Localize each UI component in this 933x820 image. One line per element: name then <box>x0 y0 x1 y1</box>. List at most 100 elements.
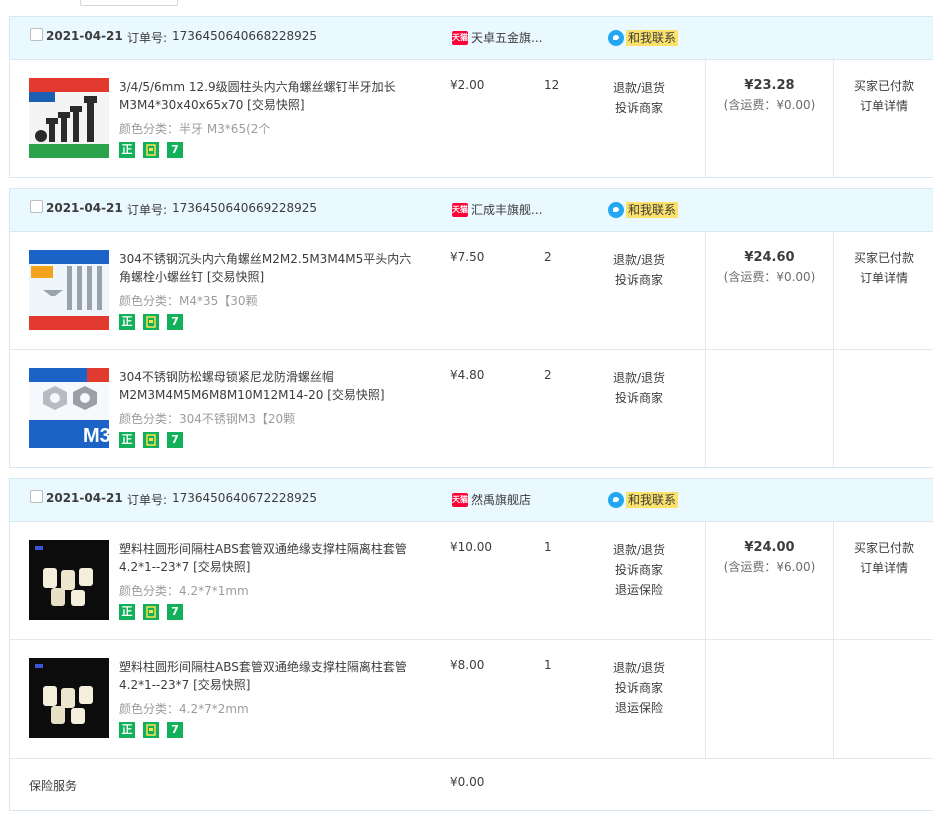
guarantee-badge-icon[interactable] <box>143 604 159 620</box>
shop-name-link[interactable]: 天卓五金旗... <box>471 29 542 46</box>
complain-link[interactable]: 投诉商家 <box>599 388 679 408</box>
item-operations: 退款/退货 投诉商家 <box>599 368 679 408</box>
quantity: 2 <box>544 250 552 264</box>
svg-text:M3: M3 <box>83 425 109 447</box>
status-text: 买家已付款 <box>853 251 914 265</box>
order-checkbox[interactable] <box>30 490 43 503</box>
product-image[interactable] <box>29 250 109 330</box>
return-insurance-link[interactable]: 退运保险 <box>599 698 679 718</box>
unit-price: ¥10.00 <box>450 540 492 554</box>
refund-link[interactable]: 退款/退货 <box>599 368 679 388</box>
seven-day-return-badge-icon[interactable]: 7 <box>167 604 183 620</box>
item-operations: 退款/退货 投诉商家 <box>599 78 679 118</box>
genuine-badge-icon[interactable]: 正 <box>119 432 135 448</box>
product-title-link[interactable]: 3/4/5/6mm 12.9级圆柱头内六角螺丝螺钉半牙加长M3M4*30x40x… <box>119 78 419 114</box>
order-detail-link[interactable]: 订单详情 <box>834 268 933 288</box>
quantity: 1 <box>544 540 552 554</box>
product-image[interactable] <box>29 658 109 738</box>
seven-day-return-badge-icon[interactable]: 7 <box>167 432 183 448</box>
complain-link[interactable]: 投诉商家 <box>599 560 679 580</box>
product-image[interactable]: M3 <box>29 368 109 448</box>
guarantee-badge-icon[interactable] <box>143 314 159 330</box>
total-amount: ¥23.28 <box>744 78 795 93</box>
service-badges: 正 7 <box>119 314 183 330</box>
contact-seller-button[interactable]: 和我联系 <box>608 202 679 218</box>
order-no-label: 订单号: <box>127 31 168 45</box>
genuine-badge-icon[interactable]: 正 <box>119 142 135 158</box>
genuine-badge-icon[interactable]: 正 <box>119 722 135 738</box>
seven-day-return-badge-icon[interactable]: 7 <box>167 142 183 158</box>
product-title-link[interactable]: 304不锈钢防松螺母锁紧尼龙防滑螺丝帽M2M3M4M5M6M8M10M12M14… <box>119 368 419 404</box>
complain-link[interactable]: 投诉商家 <box>599 678 679 698</box>
total-amount: ¥24.60 <box>744 250 795 265</box>
product-title-link[interactable]: 塑料柱圆形间隔柱ABS套管双通绝缘支撑柱隔离柱套管4.2*1--23*7 [交易… <box>119 540 419 576</box>
guarantee-badge-icon[interactable] <box>143 722 159 738</box>
shop-name-link[interactable]: 然禹旗舰店 <box>471 491 531 508</box>
product-title-link[interactable]: 304不锈钢沉头内六角螺丝M2M2.5M3M4M5平头内六角螺栓小螺丝钉 [交易… <box>119 250 419 286</box>
quantity: 1 <box>544 658 552 672</box>
order-total: ¥24.60 (含运费：¥0.00) <box>705 232 833 468</box>
guarantee-badge-icon[interactable] <box>143 432 159 448</box>
wangwang-icon <box>608 30 624 46</box>
insurance-label: 保险服务 <box>29 779 78 793</box>
order-detail-link[interactable]: 订单详情 <box>834 96 933 116</box>
shipping-fee: (含运费：¥0.00) <box>723 270 816 284</box>
order-detail-link[interactable]: 订单详情 <box>834 558 933 578</box>
return-insurance-link[interactable]: 退运保险 <box>599 580 679 600</box>
order-number: 1736450640668228925 <box>172 29 318 43</box>
shipping-fee: (含运费：¥6.00) <box>723 560 816 574</box>
seven-day-return-badge-icon[interactable]: 7 <box>167 722 183 738</box>
product-sku: 颜色分类：M4*35【30颗 <box>119 294 258 308</box>
product-title-link[interactable]: 塑料柱圆形间隔柱ABS套管双通绝缘支撑柱隔离柱套管4.2*1--23*7 [交易… <box>119 658 419 694</box>
filter-dropdown-stub[interactable] <box>80 0 178 6</box>
contact-seller-button[interactable]: 和我联系 <box>608 30 679 46</box>
service-badges: 正 7 <box>119 432 183 448</box>
order-checkbox[interactable] <box>30 200 43 213</box>
quantity: 12 <box>544 78 560 92</box>
order-number: 1736450640669228925 <box>172 201 318 215</box>
order-no-label: 订单号: <box>127 493 168 507</box>
insurance-row: 保险服务 ¥0.00 <box>10 758 933 810</box>
status-text: 买家已付款 <box>853 79 914 93</box>
complain-link[interactable]: 投诉商家 <box>599 98 679 118</box>
contact-seller-button[interactable]: 和我联系 <box>608 492 679 508</box>
complain-link[interactable]: 投诉商家 <box>599 270 679 290</box>
genuine-badge-icon[interactable]: 正 <box>119 604 135 620</box>
genuine-badge-icon[interactable]: 正 <box>119 314 135 330</box>
tmall-icon: 天猫 <box>452 203 468 217</box>
quantity: 2 <box>544 368 552 382</box>
refund-link[interactable]: 退款/退货 <box>599 78 679 98</box>
item-operations: 退款/退货 投诉商家 <box>599 250 679 290</box>
product-sku: 颜色分类：4.2*7*2mm <box>119 702 249 716</box>
order-header: 2021-04-21 订单号: 1736450640672228925 天猫 然… <box>10 479 933 522</box>
guarantee-badge-icon[interactable] <box>143 142 159 158</box>
shipping-fee: (含运费：¥0.00) <box>723 98 816 112</box>
item-operations: 退款/退货 投诉商家 退运保险 <box>599 658 679 718</box>
wangwang-icon <box>608 492 624 508</box>
order-total: ¥23.28 (含运费：¥0.00) <box>705 60 833 178</box>
order-checkbox[interactable] <box>30 28 43 41</box>
shop-name-link[interactable]: 汇成丰旗舰... <box>471 201 542 218</box>
tmall-icon: 天猫 <box>452 31 468 45</box>
order-date: 2021-04-21 <box>46 491 123 505</box>
product-image[interactable] <box>29 540 109 620</box>
unit-price: ¥7.50 <box>450 250 485 264</box>
order-no-label: 订单号: <box>127 203 168 217</box>
service-badges: 正 7 <box>119 722 183 738</box>
order-card: 2021-04-21 订单号: 1736450640669228925 天猫 汇… <box>9 188 933 468</box>
order-card: 2021-04-21 订单号: 1736450640668228925 天猫 天… <box>9 16 933 178</box>
order-date: 2021-04-21 <box>46 201 123 215</box>
product-sku: 颜色分类：半牙 M3*65(2个 <box>119 122 271 136</box>
service-badges: 正 7 <box>119 142 183 158</box>
refund-link[interactable]: 退款/退货 <box>599 250 679 270</box>
product-image[interactable] <box>29 78 109 158</box>
wangwang-icon <box>608 202 624 218</box>
seven-day-return-badge-icon[interactable]: 7 <box>167 314 183 330</box>
refund-link[interactable]: 退款/退货 <box>599 658 679 678</box>
order-number: 1736450640672228925 <box>172 491 318 505</box>
order-card: 2021-04-21 订单号: 1736450640672228925 天猫 然… <box>9 478 933 811</box>
product-sku: 颜色分类：4.2*7*1mm <box>119 584 249 598</box>
refund-link[interactable]: 退款/退货 <box>599 540 679 560</box>
product-sku: 颜色分类：304不锈钢M3【20颗 <box>119 412 296 426</box>
unit-price: ¥4.80 <box>450 368 485 382</box>
